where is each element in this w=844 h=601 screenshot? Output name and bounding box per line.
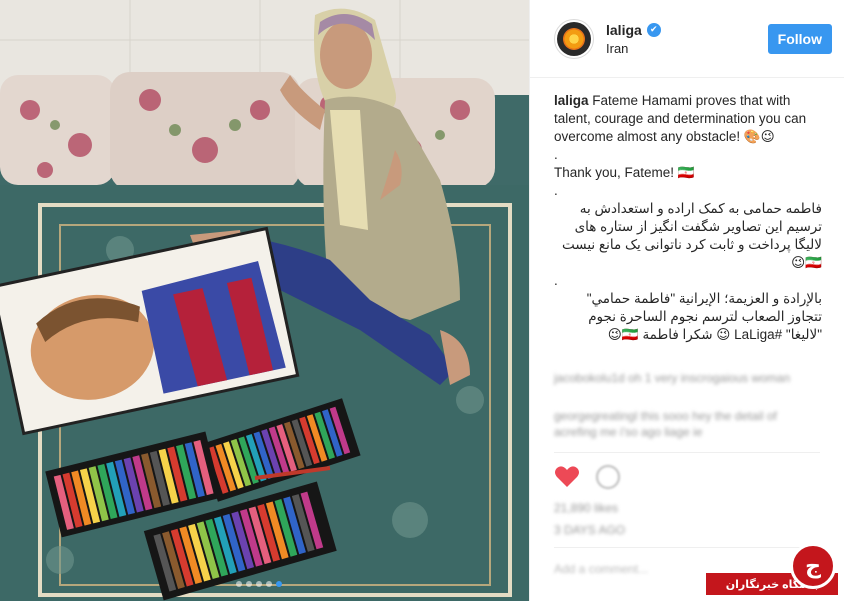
verified-badge-icon: ✔ bbox=[646, 22, 661, 37]
comment-icon[interactable] bbox=[596, 465, 620, 489]
photo-illustration bbox=[0, 0, 529, 601]
likes-count[interactable]: 21,890 likes bbox=[554, 501, 820, 515]
post-actions bbox=[530, 453, 844, 493]
caption-text-arabic: بالإرادة و العزيمة؛ الإيرانية "فاطمة حما… bbox=[586, 291, 822, 342]
caption-thanks: Thank you, Fateme! 🇮🇷 bbox=[554, 165, 695, 180]
caption-separator: . bbox=[554, 147, 558, 162]
caption-separator: . bbox=[554, 183, 558, 198]
comment-item: georgegreatingl this sooo hey the detail… bbox=[554, 409, 777, 439]
post-photo[interactable] bbox=[0, 0, 529, 601]
post-side-panel: laliga ✔ Iran Follow laliga Fateme Hamam… bbox=[529, 0, 844, 601]
follow-button[interactable]: Follow bbox=[767, 23, 832, 54]
carousel-dot[interactable] bbox=[246, 581, 252, 587]
caption-username-link[interactable]: laliga bbox=[554, 93, 589, 108]
post-caption: laliga Fateme Hamami proves that with ta… bbox=[530, 78, 844, 344]
watermark-logo-icon: ج bbox=[790, 543, 836, 589]
caption-text-english: Fateme Hamami proves that with talent, c… bbox=[554, 93, 807, 144]
carousel-indicator[interactable] bbox=[236, 581, 282, 587]
comment-item: jacobokolu1d oh 1 very inscrogaious woma… bbox=[554, 371, 791, 385]
carousel-dot[interactable] bbox=[236, 581, 242, 587]
carousel-dot[interactable] bbox=[266, 581, 272, 587]
username-link[interactable]: laliga bbox=[606, 22, 642, 38]
avatar[interactable] bbox=[554, 18, 594, 59]
caption-text-persian: فاطمه حمامی به کمک اراده و استعدادش به ت… bbox=[562, 201, 822, 270]
carousel-dot[interactable] bbox=[256, 581, 262, 587]
heart-like-icon[interactable] bbox=[554, 465, 580, 489]
post-header: laliga ✔ Iran Follow bbox=[530, 0, 844, 78]
location-link[interactable]: Iran bbox=[606, 41, 768, 56]
laliga-logo-icon bbox=[557, 21, 591, 56]
user-info: laliga ✔ Iran bbox=[606, 22, 768, 56]
carousel-dot[interactable] bbox=[276, 581, 282, 587]
news-agency-watermark: باشگاه خبرنگاران ج bbox=[706, 543, 838, 595]
post-timestamp: 3 DAYS AGO bbox=[554, 523, 626, 537]
caption-separator: . bbox=[554, 273, 558, 288]
